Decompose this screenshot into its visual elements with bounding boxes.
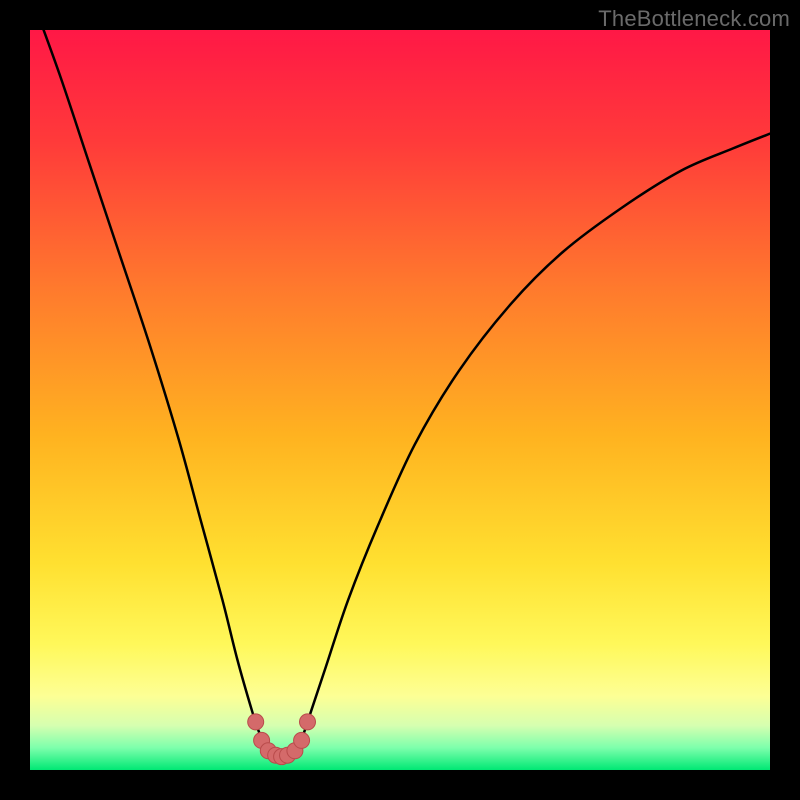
trough-dot xyxy=(248,714,264,730)
bottleneck-curve xyxy=(30,30,770,770)
trough-dot xyxy=(294,732,310,748)
chart-area xyxy=(30,30,770,770)
watermark-text: TheBottleneck.com xyxy=(598,6,790,32)
trough-dot xyxy=(300,714,316,730)
